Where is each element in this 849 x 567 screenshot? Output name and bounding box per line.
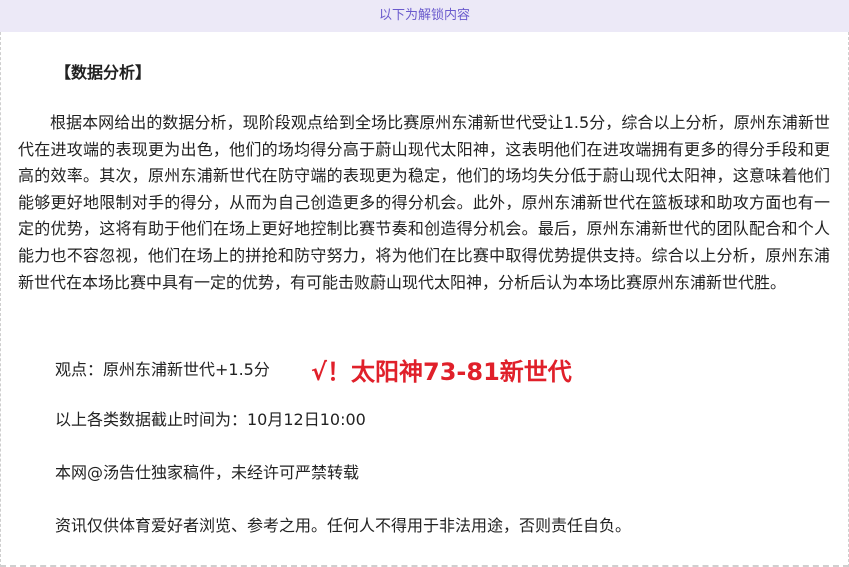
prediction-row: 观点：原州东浦新世代+1.5分 √！太阳神73-81新世代	[55, 356, 815, 396]
result-mark: √！太阳神73-81新世代	[311, 358, 572, 386]
article-page: 以下为解锁内容 【数据分析】 根据本网给出的数据分析，现阶段观点给到全场比赛原州…	[0, 0, 849, 567]
analysis-paragraph: 根据本网给出的数据分析，现阶段观点给到全场比赛原州东浦新世代受让1.5分，综合以…	[18, 113, 830, 292]
disclaimer-text: 资讯仅供体育爱好者浏览、参考之用。任何人不得用于非法用途，否则责任自负。	[55, 516, 632, 535]
copyright-notice: 本网@汤告仕独家稿件，未经许可严禁转载	[55, 463, 360, 482]
section-title: 【数据分析】	[55, 63, 152, 82]
unlocked-content: 【数据分析】 根据本网给出的数据分析，现阶段观点给到全场比赛原州东浦新世代受让1…	[0, 32, 849, 567]
unlock-banner: 以下为解锁内容	[0, 0, 849, 32]
prediction-label: 观点：原州东浦新世代+1.5分	[55, 360, 270, 379]
data-cutoff-time: 以上各类数据截止时间为：10月12日10:00	[55, 410, 366, 429]
